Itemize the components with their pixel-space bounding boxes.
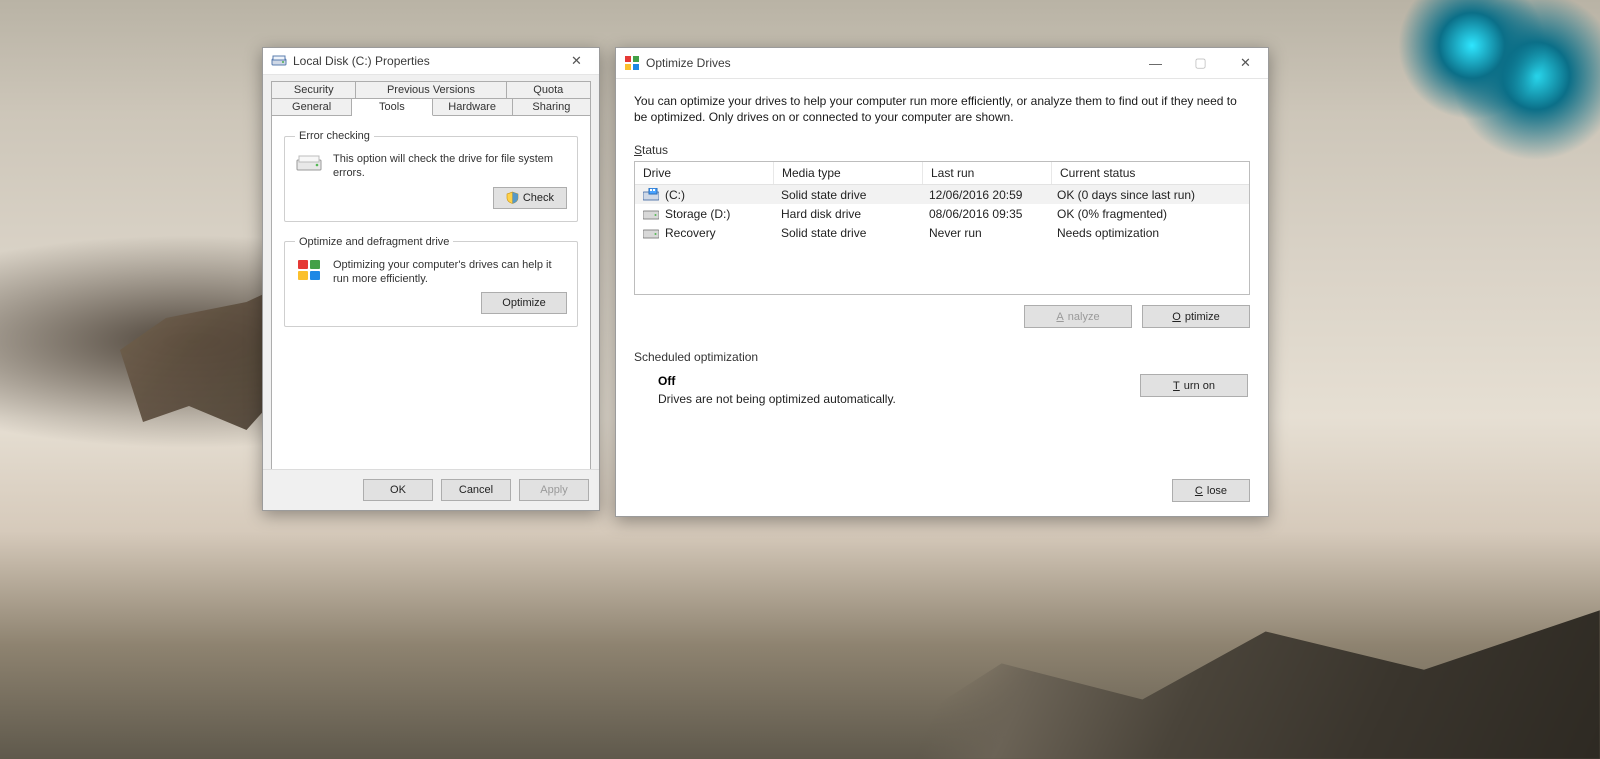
optimize-titlebar[interactable]: Optimize Drives — ▢ ✕	[616, 48, 1268, 79]
tab-row-2: General Tools Hardware Sharing	[271, 98, 591, 115]
drive-status: OK (0 days since last run)	[1049, 188, 1249, 202]
check-button[interactable]: Check	[493, 187, 567, 209]
tab-security[interactable]: Security	[271, 81, 356, 98]
maximize-button[interactable]: ▢	[1178, 48, 1223, 78]
optimize-legend: Optimize and defragment drive	[295, 236, 453, 248]
drive-table: Drive Media type Last run Current status…	[634, 161, 1250, 295]
close-window-button[interactable]: ✕	[1223, 48, 1268, 78]
ok-button[interactable]: OK	[363, 479, 433, 501]
drive-status: OK (0% fragmented)	[1049, 207, 1249, 221]
tab-quota[interactable]: Quota	[507, 81, 591, 98]
status-label: Status	[634, 143, 1250, 157]
drive-media: Hard disk drive	[773, 207, 921, 221]
drive-name: Storage (D:)	[665, 207, 730, 221]
tab-previous-versions[interactable]: Previous Versions	[356, 81, 506, 98]
drive-last: Never run	[921, 226, 1049, 240]
tab-hardware[interactable]: Hardware	[433, 98, 513, 115]
properties-footer: OK Cancel Apply	[263, 469, 599, 510]
drive-media: Solid state drive	[773, 188, 921, 202]
optimize-description: You can optimize your drives to help you…	[634, 93, 1250, 125]
properties-dialog: Local Disk (C:) Properties ✕ Security Pr…	[262, 47, 600, 511]
drive-icon	[271, 53, 287, 69]
optimize-title: Optimize Drives	[646, 56, 1127, 70]
hdd-drive-icon	[643, 207, 659, 220]
apply-button[interactable]: Apply	[519, 479, 589, 501]
schedule-description: Drives are not being optimized automatic…	[658, 392, 896, 406]
turn-on-button[interactable]: Turn on	[1140, 374, 1248, 397]
tab-general[interactable]: General	[271, 98, 352, 115]
drive-status: Needs optimization	[1049, 226, 1249, 240]
properties-title: Local Disk (C:) Properties	[293, 54, 548, 68]
optimize-text: Optimizing your computer's drives can he…	[333, 258, 567, 287]
drive-name: Recovery	[665, 226, 716, 240]
optimize-button[interactable]: Optimize	[481, 292, 567, 314]
close-button[interactable]: ✕	[554, 48, 599, 74]
check-button-label: Check	[523, 192, 554, 204]
tab-row-1: Security Previous Versions Quota	[271, 81, 591, 98]
cancel-button[interactable]: Cancel	[441, 479, 511, 501]
properties-titlebar[interactable]: Local Disk (C:) Properties ✕	[263, 48, 599, 75]
shield-icon	[506, 191, 519, 204]
optimize-drives-button[interactable]: Optimize	[1142, 305, 1250, 328]
tab-tools[interactable]: Tools	[352, 98, 432, 116]
error-checking-legend: Error checking	[295, 130, 374, 142]
optimize-group: Optimize and defragment drive Optimizing…	[284, 236, 578, 328]
optimize-drives-window: Optimize Drives — ▢ ✕ You can optimize y…	[615, 47, 1269, 517]
defrag-app-icon	[624, 55, 640, 71]
tab-sharing[interactable]: Sharing	[513, 98, 591, 115]
defrag-icon	[295, 258, 325, 282]
drive-last: 08/06/2016 09:35	[921, 207, 1049, 221]
col-status[interactable]: Current status	[1052, 162, 1249, 184]
hdd-drive-icon	[643, 226, 659, 239]
drive-row-c[interactable]: (C:) Solid state drive 12/06/2016 20:59 …	[635, 185, 1249, 204]
drive-last: 12/06/2016 20:59	[921, 188, 1049, 202]
error-checking-group: Error checking This option will check th…	[284, 130, 578, 222]
drive-name: (C:)	[665, 188, 685, 202]
schedule-status: Off	[658, 374, 896, 388]
drive-check-icon	[295, 152, 325, 176]
drive-table-header[interactable]: Drive Media type Last run Current status	[635, 162, 1249, 185]
col-media[interactable]: Media type	[774, 162, 923, 184]
col-drive[interactable]: Drive	[635, 162, 774, 184]
drive-row-d[interactable]: Storage (D:) Hard disk drive 08/06/2016 …	[635, 204, 1249, 223]
minimize-button[interactable]: —	[1133, 48, 1178, 78]
col-last[interactable]: Last run	[923, 162, 1052, 184]
drive-row-recovery[interactable]: Recovery Solid state drive Never run Nee…	[635, 223, 1249, 242]
error-checking-text: This option will check the drive for fil…	[333, 152, 567, 181]
drive-media: Solid state drive	[773, 226, 921, 240]
scheduled-optimization-label: Scheduled optimization	[634, 350, 1250, 364]
tab-body-tools: Error checking This option will check th…	[271, 115, 591, 501]
analyze-button[interactable]: Analyze	[1024, 305, 1132, 328]
os-drive-icon	[643, 188, 659, 201]
close-optimize-button[interactable]: Close	[1172, 479, 1250, 502]
